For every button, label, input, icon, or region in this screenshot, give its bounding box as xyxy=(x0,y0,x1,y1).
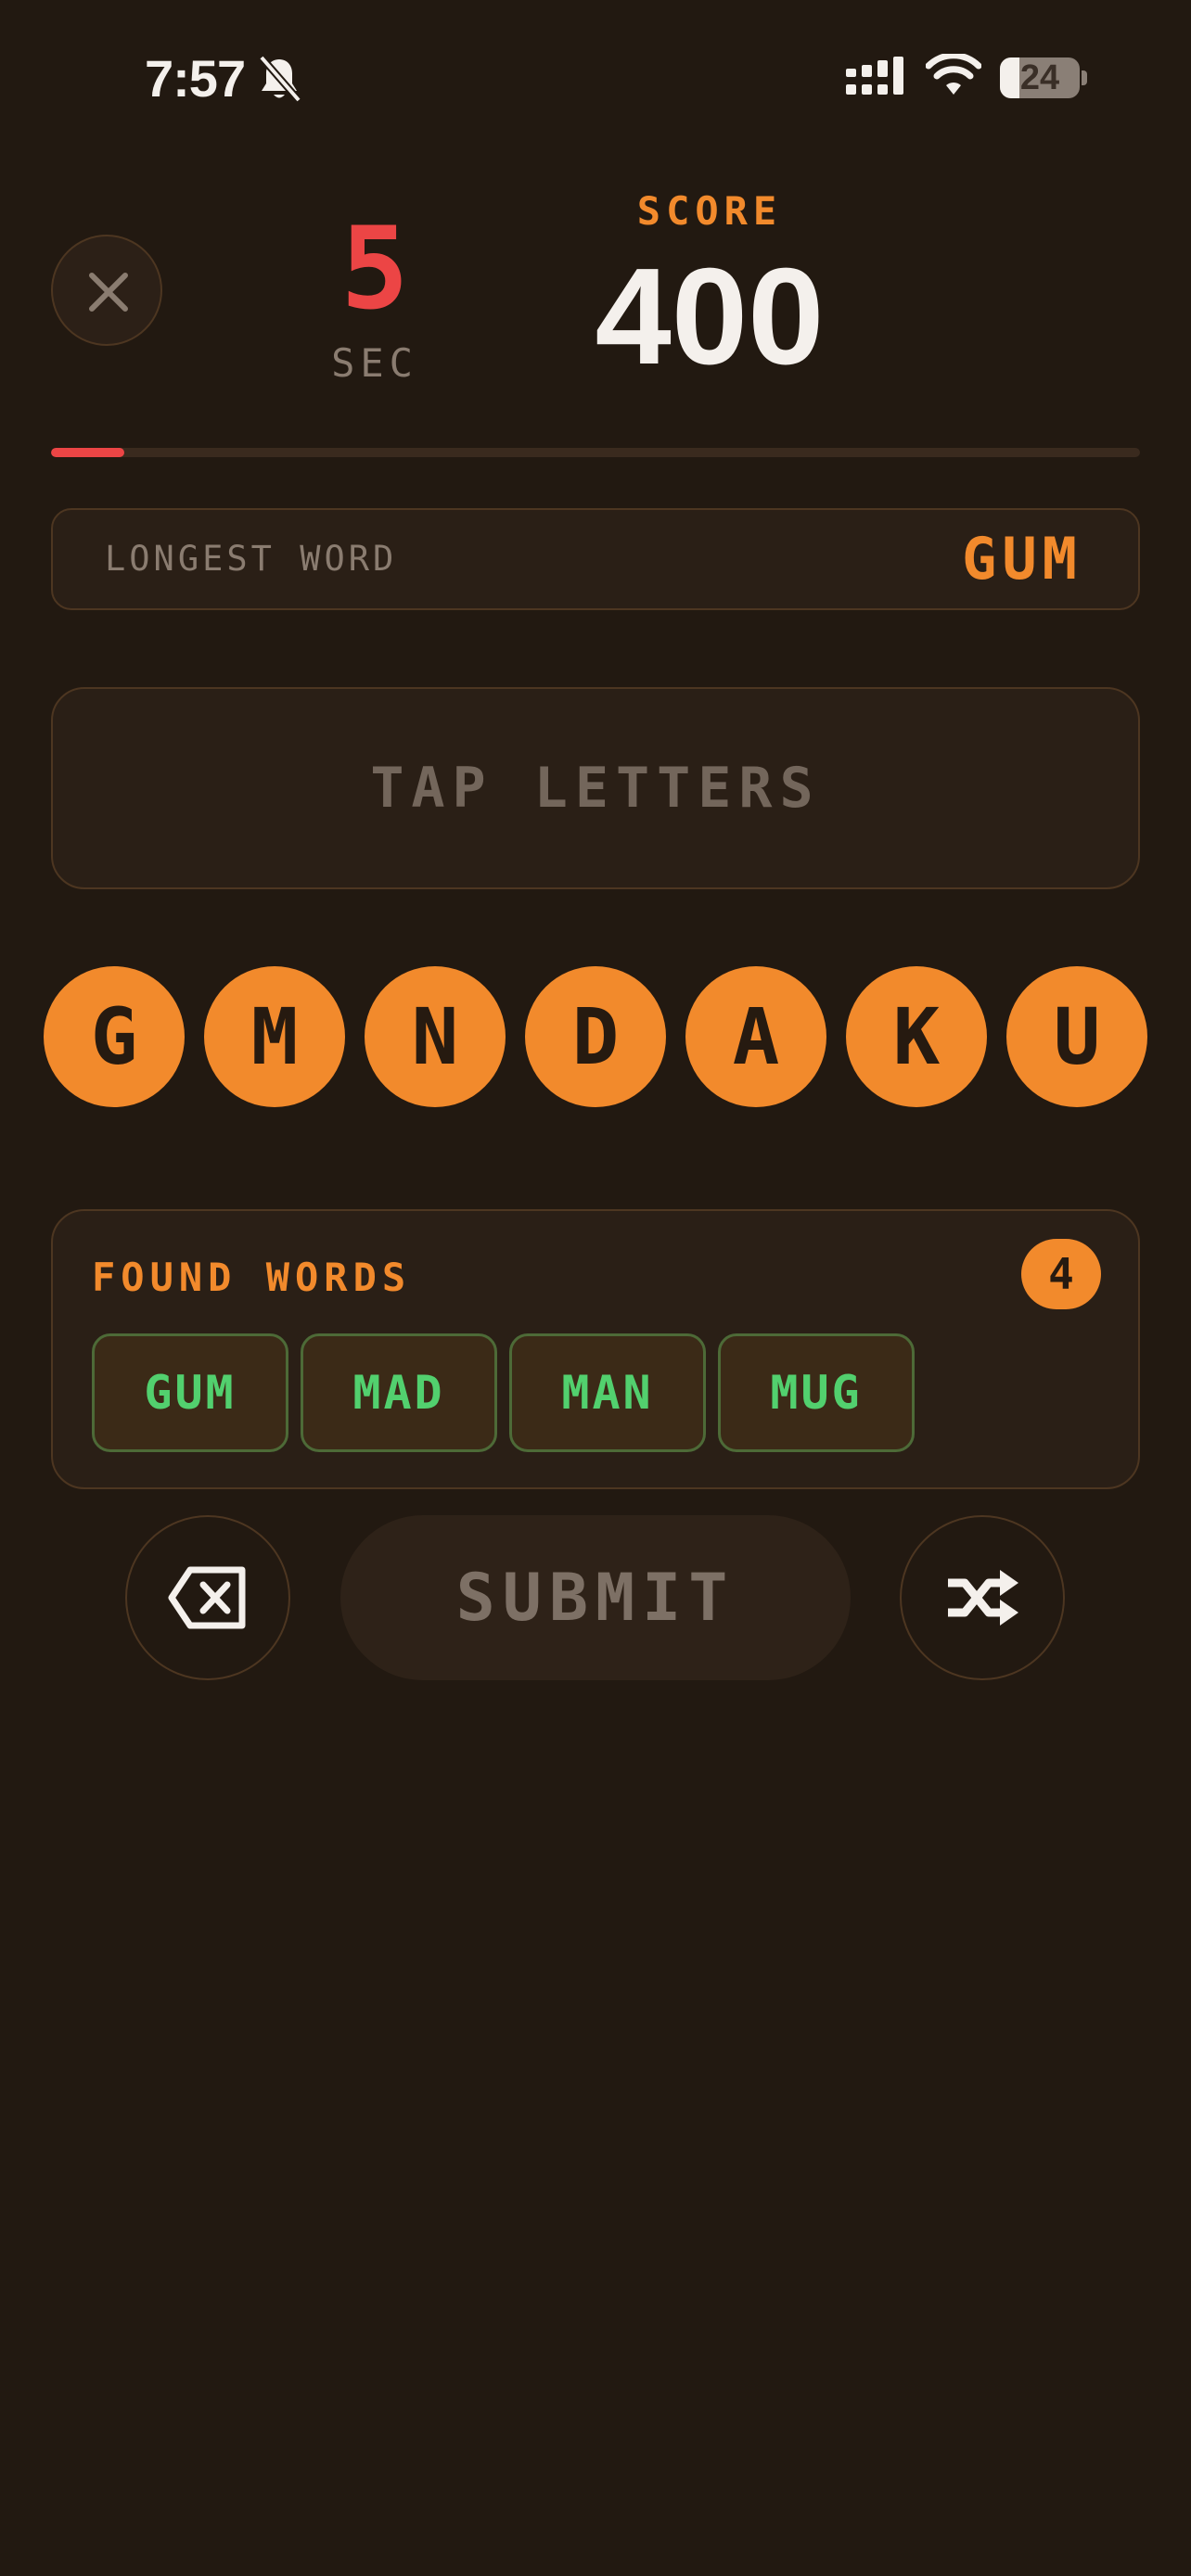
cellular-signal-icon xyxy=(844,56,905,100)
close-button[interactable] xyxy=(51,235,162,346)
backspace-icon xyxy=(168,1566,246,1629)
longest-word-value: GUM xyxy=(962,525,1082,593)
letter-tile[interactable]: N xyxy=(365,966,506,1107)
letter-tile[interactable]: G xyxy=(44,966,185,1107)
backspace-button[interactable] xyxy=(125,1515,290,1680)
found-words-panel: FOUND WORDS 4 GUM MAD MAN MUG xyxy=(51,1209,1140,1489)
battery-nub xyxy=(1082,70,1087,85)
wifi-icon xyxy=(925,52,982,96)
letter-tile[interactable]: K xyxy=(846,966,987,1107)
longest-word-label: LONGEST WORD xyxy=(105,539,398,579)
letter-tile[interactable]: U xyxy=(1006,966,1147,1107)
bell-slash-icon xyxy=(256,54,302,104)
timer-value: 5 xyxy=(340,203,409,335)
found-word-chip: MUG xyxy=(718,1333,915,1452)
score-label: SCORE xyxy=(636,188,783,234)
score-value: 400 xyxy=(595,240,825,393)
found-word-chip: MAN xyxy=(509,1333,706,1452)
found-words-title: FOUND WORDS xyxy=(92,1255,412,1300)
letter-tile[interactable]: M xyxy=(204,966,345,1107)
letter-tile[interactable]: A xyxy=(685,966,826,1107)
battery-icon: 24 xyxy=(1000,57,1080,98)
current-word-area: TAP LETTERS xyxy=(51,687,1140,889)
timer-unit: SEC xyxy=(331,340,418,386)
time-progress-bar xyxy=(51,448,1140,457)
close-icon xyxy=(89,273,128,312)
time-progress-fill xyxy=(51,448,124,457)
found-words-count-badge: 4 xyxy=(1021,1239,1101,1309)
current-word-placeholder: TAP LETTERS xyxy=(370,756,821,821)
letter-tiles: G M N D A K U xyxy=(44,966,1147,1107)
status-time: 7:57 xyxy=(145,49,246,108)
submit-button[interactable]: SUBMIT xyxy=(340,1515,851,1680)
battery-level: 24 xyxy=(1019,58,1060,97)
letter-tile[interactable]: D xyxy=(525,966,666,1107)
shuffle-icon xyxy=(948,1570,1018,1626)
longest-word-panel: LONGEST WORD GUM xyxy=(51,508,1140,610)
found-word-chip: MAD xyxy=(301,1333,497,1452)
shuffle-button[interactable] xyxy=(900,1515,1065,1680)
found-word-chip: GUM xyxy=(92,1333,288,1452)
